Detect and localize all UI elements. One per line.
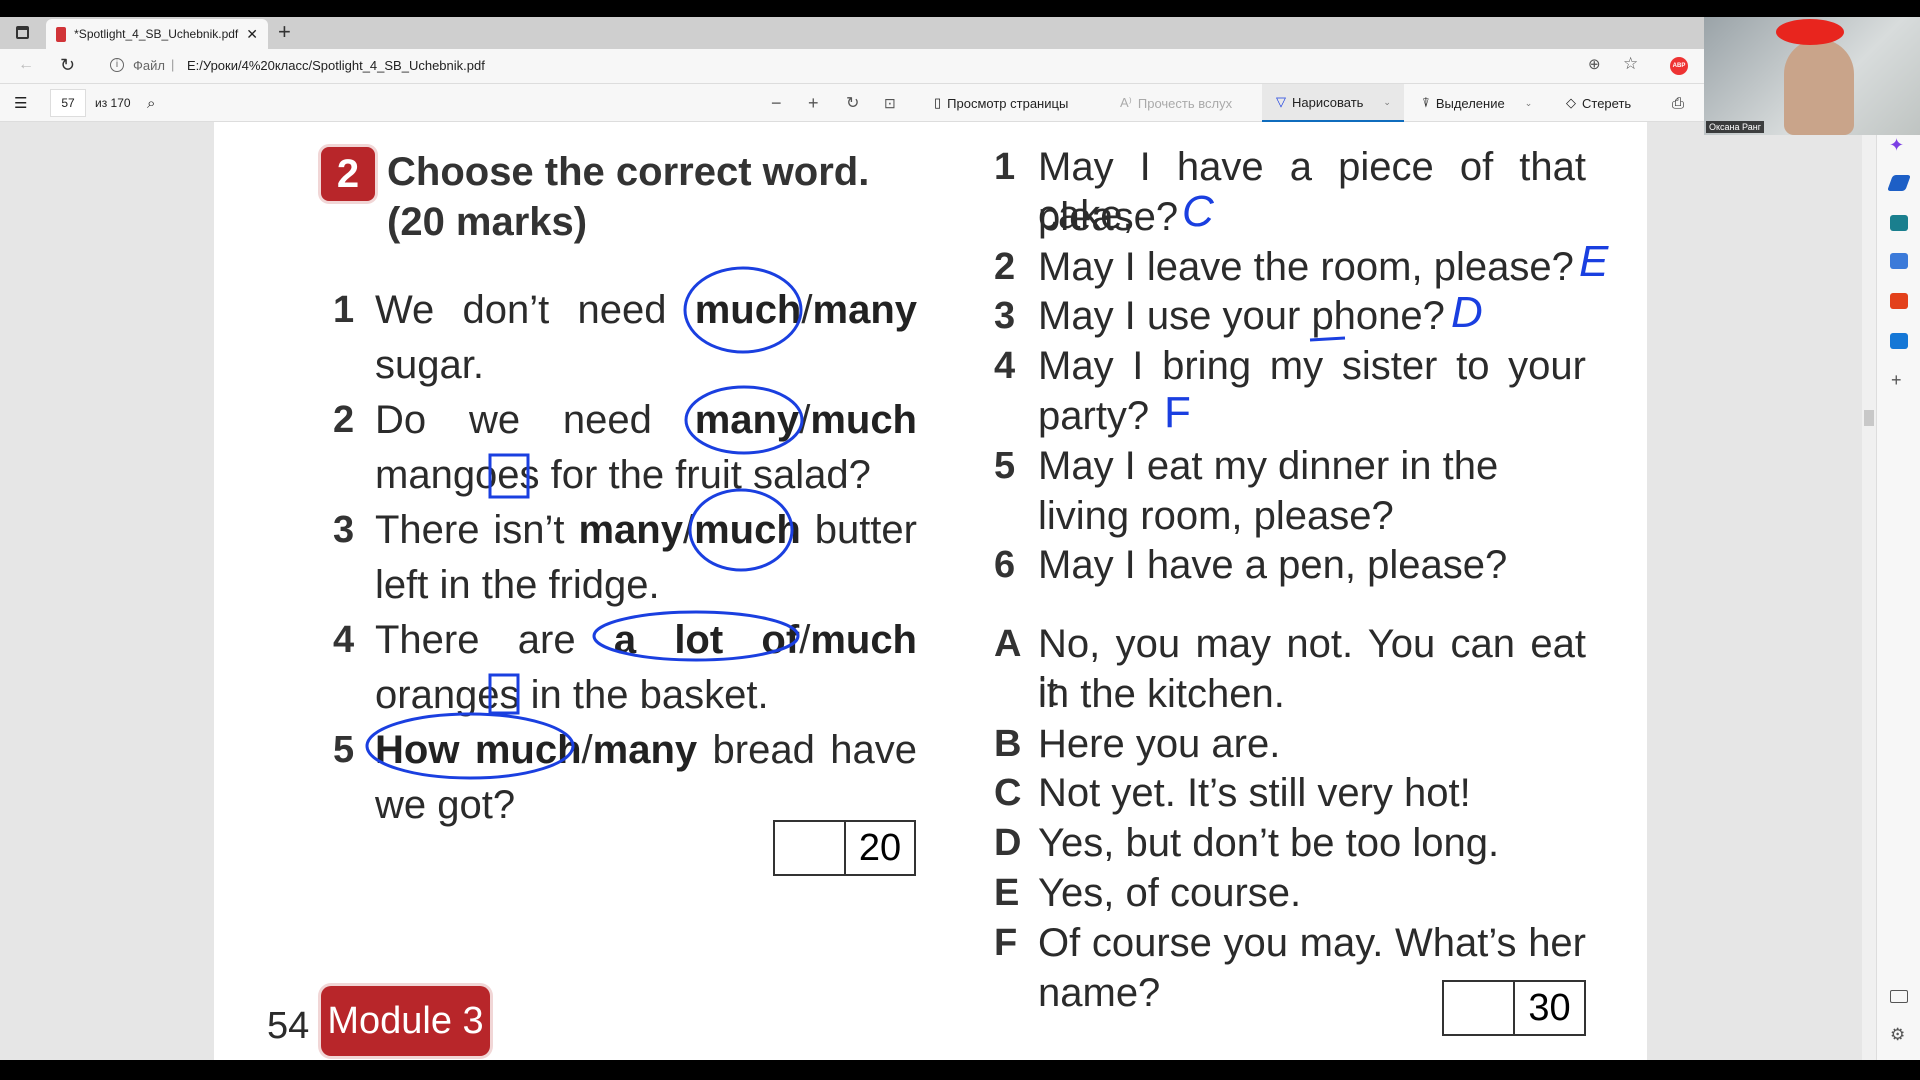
address-prefix: Файл [133,58,165,73]
outlook-icon[interactable] [1890,333,1908,349]
url-input[interactable]: E:/Уроки/4%20класс/Spotlight_4_SB_Uchebn… [187,58,485,73]
hide-sidebar-icon[interactable] [1890,990,1908,1003]
page-view-label: Просмотр страницы [947,95,1069,111]
highlight-label: Выделение [1435,95,1505,111]
erase-button[interactable]: ◇ Стереть [1566,84,1631,122]
shopping-icon[interactable] [1887,175,1911,191]
games-icon[interactable] [1890,253,1908,269]
page-number-input[interactable]: 57 [50,89,86,117]
ink-circle-much[interactable] [683,266,803,354]
search-icon[interactable]: ⌕ [147,84,155,122]
page-view-button[interactable]: ▯ Просмотр страницы [934,84,1068,122]
info-icon[interactable]: i [110,58,124,72]
ink-box-s[interactable] [488,673,520,715]
office-icon[interactable] [1890,293,1908,309]
chevron-down-icon[interactable]: ⌄ [1383,97,1391,108]
tab-pdf[interactable]: *Spotlight_4_SB_Uchebnik.pdf ✕ [46,19,268,49]
read-aloud-icon: A⁾ [1120,95,1132,110]
highlighter-icon: ⍒ [1422,95,1430,110]
refresh-icon[interactable]: ↻ [60,55,75,76]
page-count: из 170 [95,96,131,110]
webcam-overlay: Оксана Ранг [1704,17,1920,135]
address-bar: ← ↻ i Файл | E:/Уроки/4%20класс/Spotligh… [0,49,1704,83]
zoom-in-icon[interactable]: + [808,84,819,122]
fit-page-icon[interactable]: ⊡ [884,84,896,122]
browser-sidebar: ✦ + ⚙ [1876,135,1920,1060]
read-aloud-button[interactable]: A⁾ Прочесть вслух [1120,84,1232,122]
rotate-icon[interactable]: ↻ [846,84,859,122]
ink-circle-a-lot-of[interactable] [592,610,800,662]
pdf-page: 2 Choose the correct word. (20 marks) 1W… [214,122,1647,1060]
eraser-icon: ◇ [1566,95,1576,110]
ink-underline[interactable] [1309,336,1346,342]
print-icon[interactable]: ⎙ [1672,84,1684,122]
webcam-person [1784,39,1854,135]
ink-answer-4: F [1164,388,1191,437]
ink-circle-how-much[interactable] [365,712,575,780]
draw-icon: ▽ [1276,94,1286,109]
add-icon[interactable]: + [1891,370,1902,391]
draw-button[interactable]: ▽ Нарисовать ⌄ [1262,84,1404,122]
tab-title: *Spotlight_4_SB_Uchebnik.pdf [74,27,239,41]
adblock-icon[interactable]: ABP [1670,57,1688,75]
highlight-button[interactable]: ⍒ Выделение ⌄ [1422,84,1532,122]
pdf-toolbar: ☰ 57 из 170 ⌕ − + ↻ ⊡ ▯ Просмотр страницы… [0,83,1920,122]
scrollbar[interactable] [1862,122,1876,1060]
webcam-name: Оксана Ранг [1706,121,1764,133]
ink-circle-much[interactable] [688,488,794,572]
ink-answer-2: E [1579,237,1609,286]
read-aloud-label: Прочесть вслух [1137,95,1233,111]
ink-answer-3: D [1451,288,1483,337]
chevron-down-icon[interactable]: ⌄ [1525,98,1533,109]
pdf-file-icon [56,26,67,42]
favorites-icon[interactable]: ☆ [1623,54,1638,74]
page-view-icon: ▯ [934,95,942,110]
copilot-icon[interactable]: ✦ [1889,135,1904,156]
tools-icon[interactable] [1890,215,1908,231]
ink-annotations: C E D F [365,187,1609,780]
erase-label: Стереть [1582,95,1632,111]
contents-icon[interactable]: ☰ [14,84,27,122]
settings-icon[interactable]: ⚙ [1890,1025,1905,1045]
divider: | [171,57,175,72]
zoom-out-icon[interactable]: − [771,84,782,122]
new-tab-button[interactable]: + [278,19,291,45]
close-tab-icon[interactable]: ✕ [246,26,258,43]
webcam-hat [1776,19,1844,45]
tab-actions-icon[interactable] [16,26,29,39]
tab-bar: *Spotlight_4_SB_Uchebnik.pdf ✕ + [0,17,1704,49]
scrollbar-thumb[interactable] [1864,410,1874,426]
zoom-icon[interactable]: ⊕ [1588,55,1601,73]
ink-box-es[interactable] [488,453,530,499]
draw-label: Нарисовать [1292,94,1364,110]
back-icon[interactable]: ← [18,56,34,74]
ink-circle-many[interactable] [684,385,804,455]
ink-answer-1: C [1182,187,1215,236]
